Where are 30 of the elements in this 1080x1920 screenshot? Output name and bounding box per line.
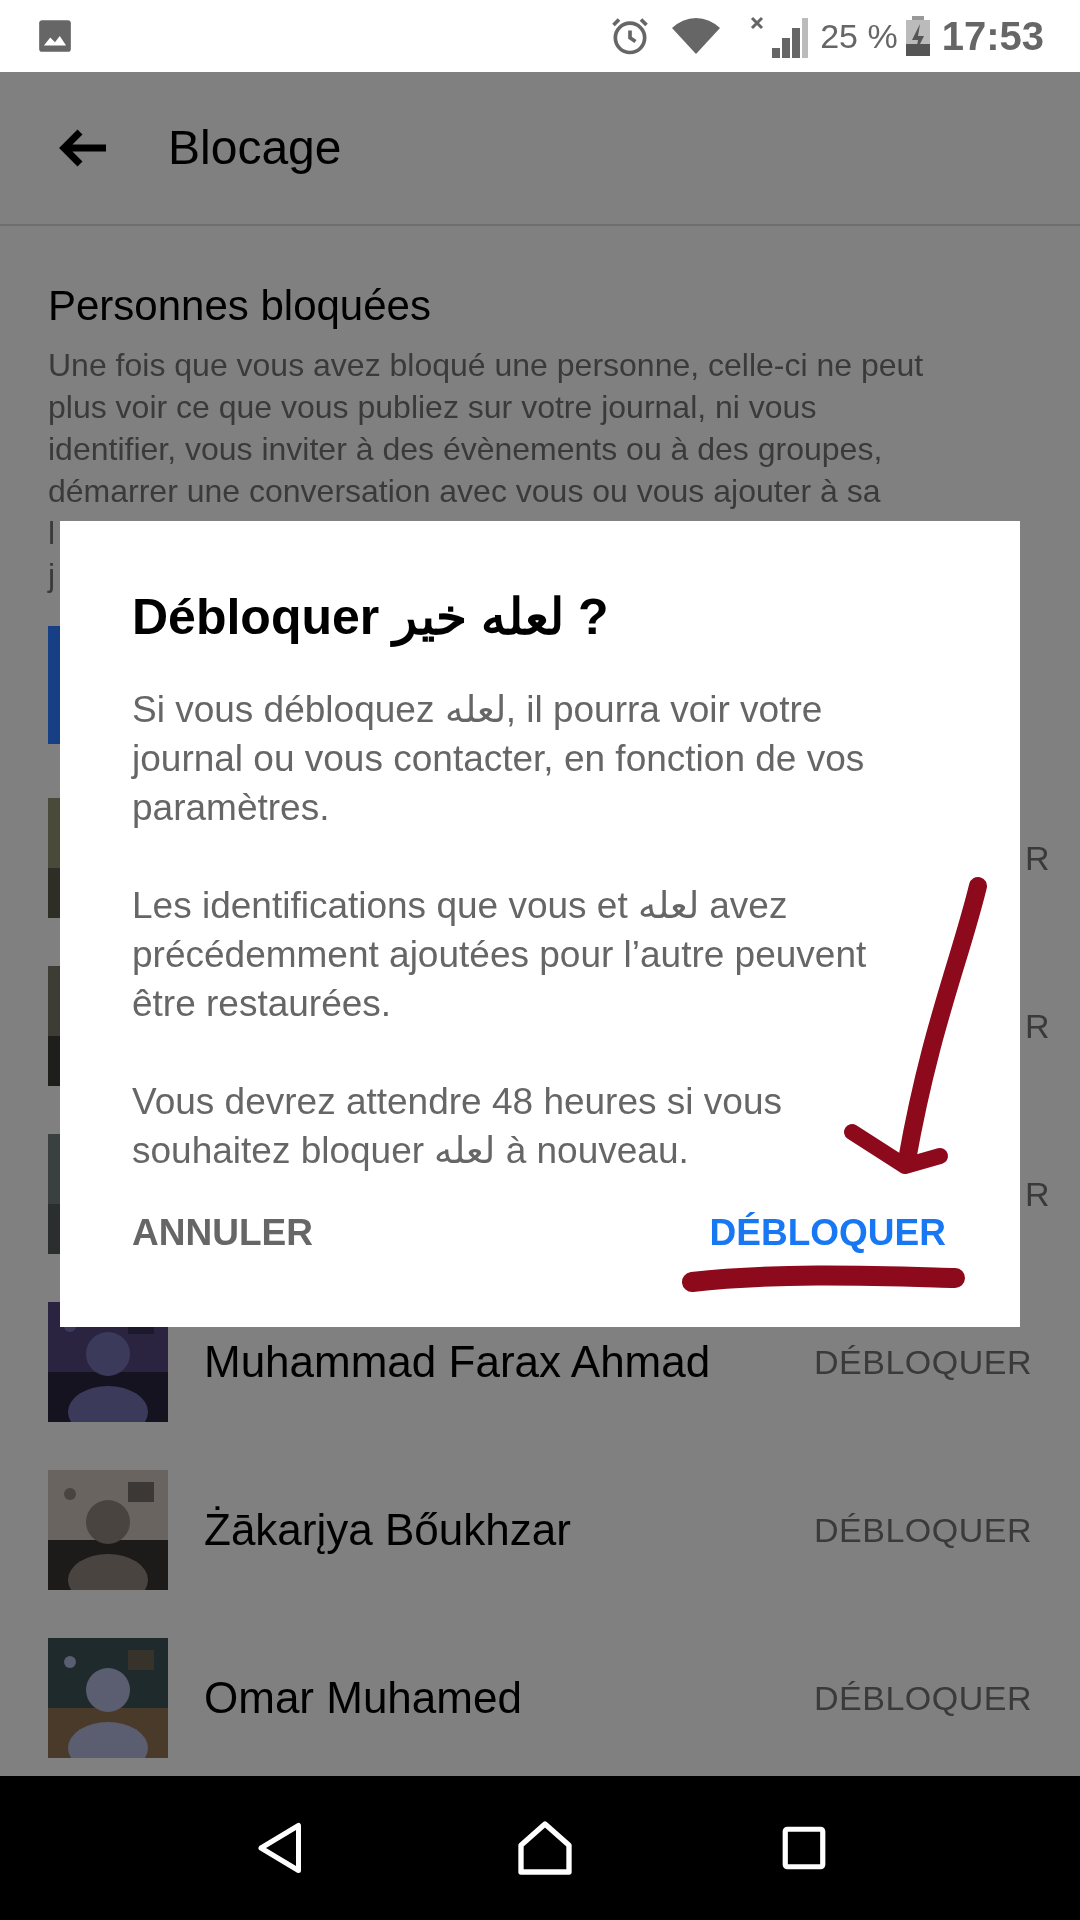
dialog-title: Débloquer لعله خير ? — [132, 588, 610, 647]
section-title: Personnes bloquées — [48, 281, 432, 331]
unblock-button[interactable]: R — [1024, 1000, 1050, 1052]
description-line: l — [48, 514, 56, 553]
clock-time: 17:53 — [941, 13, 1044, 60]
dialog-message: Les identifications que vous et لعله avez précédemment ajoutées pour l’autre peuvent être restaurées. — [132, 884, 868, 1026]
description-line: Une fois que vous avez bloqué une personne, celle-ci ne peut — [48, 346, 924, 385]
description-line: plus voir ce que vous publiez sur votre journal, ni vous — [48, 388, 817, 427]
unblock-button[interactable]: DÉBLOQUER — [814, 1504, 1032, 1556]
unblock-button[interactable]: DÉBLOQUER — [814, 1336, 1032, 1388]
description-line: j — [48, 556, 56, 595]
unblock-confirm-button[interactable]: DÉBLOQUER — [709, 1205, 946, 1261]
person-name: Muhammad Farax Ahmad — [204, 1336, 711, 1388]
image-icon — [36, 17, 74, 55]
signal-icon — [748, 14, 811, 58]
back-arrow-icon[interactable] — [58, 128, 108, 168]
battery-percentage: 25 % — [820, 15, 898, 57]
description-line: identifier, vous inviter à des évènements ou à des groupes, — [48, 430, 883, 469]
dialog-message: Si vous débloquez لعله, il pourra voir votre journal ou vous contacter, en fonction de vos paramètres. — [132, 688, 866, 830]
battery-charging-icon — [905, 16, 930, 56]
cancel-button[interactable]: ANNULER — [132, 1205, 313, 1261]
unblock-button[interactable]: R — [1024, 1168, 1050, 1220]
wifi-icon — [672, 16, 721, 56]
unblock-button[interactable]: DÉBLOQUER — [814, 1672, 1032, 1724]
description-line: démarrer une conversation avec vous ou vous ajouter à sa — [48, 472, 881, 511]
dialog-message: Vous devrez attendre 48 heures si vous souhaitez bloquer لعله à nouveau. — [132, 1080, 783, 1173]
screen-title: Blocage — [168, 120, 342, 176]
person-name: Omar Muhamed — [204, 1672, 522, 1724]
person-name: Żākarįya Bőukhzar — [204, 1504, 571, 1556]
unblock-button[interactable]: R — [1024, 832, 1050, 884]
